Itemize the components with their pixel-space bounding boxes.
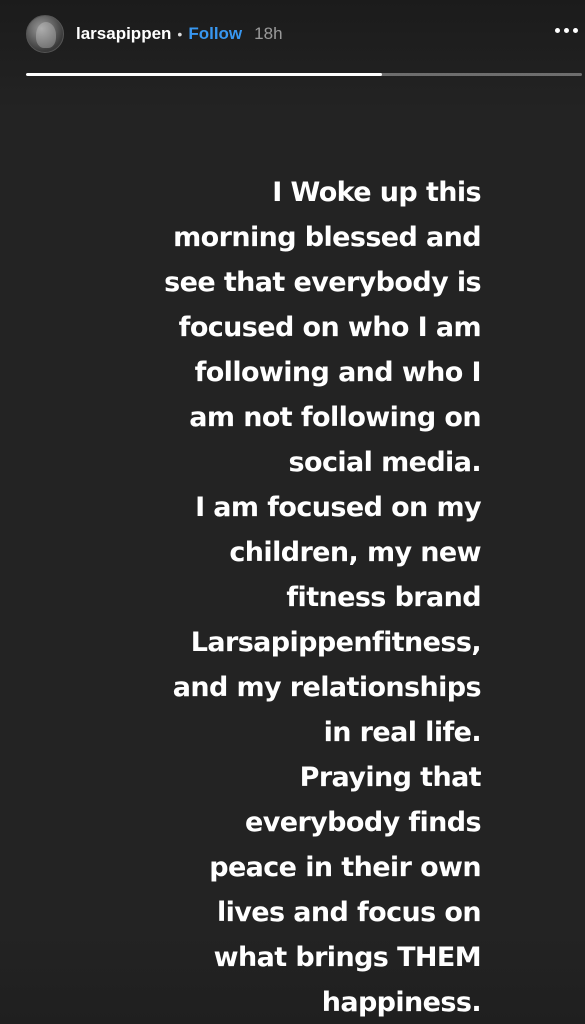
story-progress-bar [26,73,582,76]
story-text-line: see that everybody is [164,267,481,298]
story-text-line: peace in their own [209,852,481,883]
username[interactable]: larsapippen [76,24,171,44]
story-text-line: what brings THEM [213,942,482,973]
story-text-line: in real life. [323,717,482,748]
story-text-line: children, my new [229,537,481,568]
story-text-line: and my relationships [172,672,482,703]
story-text-line: Praying that [299,762,482,793]
timestamp: 18h [254,24,283,43]
follow-button[interactable]: Follow [188,24,242,44]
story-text-line: morning blessed and [173,222,481,253]
story-text: I Woke up this morning blessed and see tha… [81,170,481,1024]
story-text-line: everybody finds [245,807,482,838]
story-text-line: I Woke up this [272,177,481,208]
story-progress-fill [26,73,382,76]
story-text-line: fitness brand [286,582,481,613]
story-viewer[interactable]: larsapippen • Follow 18h I Woke up this m… [0,0,585,1024]
story-text-line: Larsapippenfitness, [190,627,482,658]
story-header: larsapippen • Follow 18h [26,14,582,54]
story-text-line: following and who I [194,357,482,388]
story-text-line: am not following on [189,402,481,433]
separator-dot: • [177,26,183,42]
story-text-line: I am focused on my [195,492,482,523]
story-text-line: focused on who I am [178,312,482,343]
avatar[interactable] [26,15,64,53]
story-text-line: lives and focus on [216,897,482,928]
more-horizontal-icon[interactable] [555,28,578,33]
story-text-line: social media. [288,447,482,478]
story-text-line: happiness. [321,987,482,1018]
